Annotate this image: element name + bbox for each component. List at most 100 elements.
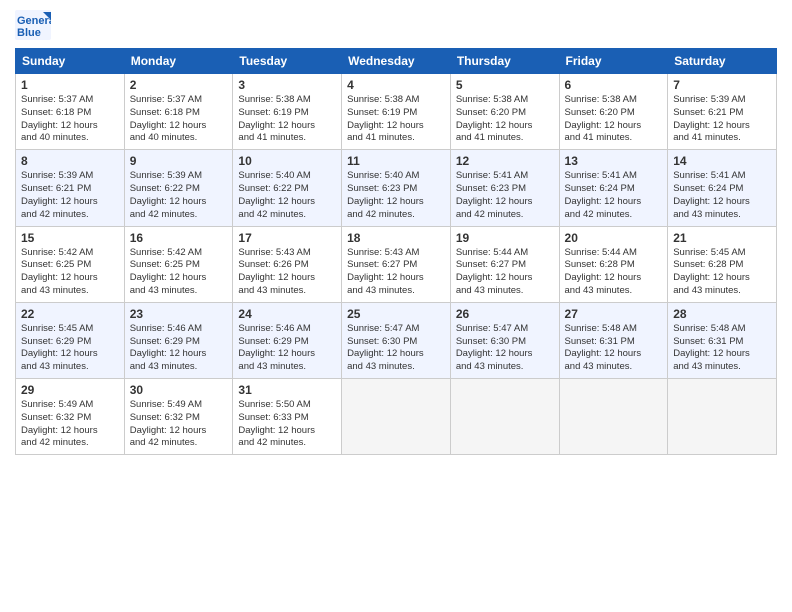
day-info: Sunrise: 5:42 AMSunset: 6:25 PMDaylight:…: [130, 247, 228, 298]
day-info: Sunrise: 5:39 AMSunset: 6:21 PMDaylight:…: [673, 94, 771, 145]
calendar-cell: 25 Sunrise: 5:47 AMSunset: 6:30 PMDayligh…: [342, 302, 451, 378]
calendar-cell: 3Sunrise: 5:38 AMSunset: 6:19 PMDaylight…: [233, 74, 342, 150]
calendar-week-2: 8 Sunrise: 5:39 AMSunset: 6:21 PMDaylight…: [16, 150, 777, 226]
weekday-header-saturday: Saturday: [668, 49, 777, 74]
calendar: SundayMondayTuesdayWednesdayThursdayFrid…: [15, 48, 777, 455]
weekday-header-sunday: Sunday: [16, 49, 125, 74]
day-number: 16: [130, 231, 228, 245]
day-info: Sunrise: 5:46 AMSunset: 6:29 PMDaylight:…: [238, 323, 336, 374]
day-info: Sunrise: 5:37 AMSunset: 6:18 PMDaylight:…: [130, 94, 228, 145]
weekday-header-row: SundayMondayTuesdayWednesdayThursdayFrid…: [16, 49, 777, 74]
calendar-body: 1 Sunrise: 5:37 AMSunset: 6:18 PMDaylight…: [16, 74, 777, 455]
calendar-cell: 22 Sunrise: 5:45 AMSunset: 6:29 PMDayligh…: [16, 302, 125, 378]
day-info: Sunrise: 5:44 AMSunset: 6:27 PMDaylight:…: [456, 247, 554, 298]
day-info: Sunrise: 5:42 AMSunset: 6:25 PMDaylight:…: [21, 247, 119, 298]
calendar-cell: 30 Sunrise: 5:49 AMSunset: 6:32 PMDayligh…: [124, 379, 233, 455]
day-info: Sunrise: 5:49 AMSunset: 6:32 PMDaylight:…: [21, 399, 119, 450]
calendar-cell: 26Sunrise: 5:47 AMSunset: 6:30 PMDayligh…: [450, 302, 559, 378]
day-info: Sunrise: 5:46 AMSunset: 6:29 PMDaylight:…: [130, 323, 228, 374]
calendar-cell: 14Sunrise: 5:41 AMSunset: 6:24 PMDayligh…: [668, 150, 777, 226]
calendar-cell: 7 Sunrise: 5:39 AMSunset: 6:21 PMDaylight…: [668, 74, 777, 150]
calendar-cell: 19 Sunrise: 5:44 AMSunset: 6:27 PMDayligh…: [450, 226, 559, 302]
day-info: Sunrise: 5:48 AMSunset: 6:31 PMDaylight:…: [673, 323, 771, 374]
day-number: 21: [673, 231, 771, 245]
day-number: 25: [347, 307, 445, 321]
day-number: 20: [565, 231, 663, 245]
calendar-cell: 5Sunrise: 5:38 AMSunset: 6:20 PMDaylight…: [450, 74, 559, 150]
day-number: 13: [565, 154, 663, 168]
weekday-header-friday: Friday: [559, 49, 668, 74]
day-info: Sunrise: 5:38 AMSunset: 6:20 PMDaylight:…: [456, 94, 554, 145]
calendar-cell: 9 Sunrise: 5:39 AMSunset: 6:22 PMDaylight…: [124, 150, 233, 226]
day-info: Sunrise: 5:37 AMSunset: 6:18 PMDaylight:…: [21, 94, 119, 145]
day-number: 28: [673, 307, 771, 321]
day-number: 15: [21, 231, 119, 245]
day-info: Sunrise: 5:38 AMSunset: 6:19 PMDaylight:…: [238, 94, 336, 145]
day-info: Sunrise: 5:40 AMSunset: 6:22 PMDaylight:…: [238, 170, 336, 221]
day-number: 17: [238, 231, 336, 245]
day-info: Sunrise: 5:45 AMSunset: 6:28 PMDaylight:…: [673, 247, 771, 298]
day-info: Sunrise: 5:48 AMSunset: 6:31 PMDaylight:…: [565, 323, 663, 374]
calendar-cell: 6Sunrise: 5:38 AMSunset: 6:20 PMDaylight…: [559, 74, 668, 150]
svg-text:Blue: Blue: [17, 27, 41, 39]
day-number: 30: [130, 383, 228, 397]
calendar-cell: 28 Sunrise: 5:48 AMSunset: 6:31 PMDayligh…: [668, 302, 777, 378]
calendar-cell: 16 Sunrise: 5:42 AMSunset: 6:25 PMDayligh…: [124, 226, 233, 302]
calendar-cell: 4Sunrise: 5:38 AMSunset: 6:19 PMDaylight…: [342, 74, 451, 150]
day-info: Sunrise: 5:41 AMSunset: 6:24 PMDaylight:…: [673, 170, 771, 221]
day-number: 7: [673, 78, 771, 92]
calendar-cell: 15 Sunrise: 5:42 AMSunset: 6:25 PMDayligh…: [16, 226, 125, 302]
day-info: Sunrise: 5:39 AMSunset: 6:22 PMDaylight:…: [130, 170, 228, 221]
calendar-cell: 29Sunrise: 5:49 AMSunset: 6:32 PMDayligh…: [16, 379, 125, 455]
svg-text:General: General: [17, 15, 51, 27]
day-info: Sunrise: 5:50 AMSunset: 6:33 PMDaylight:…: [238, 399, 336, 450]
calendar-cell: 21 Sunrise: 5:45 AMSunset: 6:28 PMDayligh…: [668, 226, 777, 302]
day-number: 2: [130, 78, 228, 92]
calendar-cell: 12 Sunrise: 5:41 AMSunset: 6:23 PMDayligh…: [450, 150, 559, 226]
calendar-week-4: 22 Sunrise: 5:45 AMSunset: 6:29 PMDayligh…: [16, 302, 777, 378]
calendar-cell: 13Sunrise: 5:41 AMSunset: 6:24 PMDayligh…: [559, 150, 668, 226]
day-number: 23: [130, 307, 228, 321]
day-number: 6: [565, 78, 663, 92]
day-number: 8: [21, 154, 119, 168]
calendar-week-3: 15 Sunrise: 5:42 AMSunset: 6:25 PMDayligh…: [16, 226, 777, 302]
calendar-week-5: 29Sunrise: 5:49 AMSunset: 6:32 PMDayligh…: [16, 379, 777, 455]
day-info: Sunrise: 5:40 AMSunset: 6:23 PMDaylight:…: [347, 170, 445, 221]
day-number: 10: [238, 154, 336, 168]
day-info: Sunrise: 5:44 AMSunset: 6:28 PMDaylight:…: [565, 247, 663, 298]
day-number: 12: [456, 154, 554, 168]
page: General Blue SundayMondayTuesdayWednesda…: [0, 0, 792, 612]
day-info: Sunrise: 5:43 AMSunset: 6:27 PMDaylight:…: [347, 247, 445, 298]
calendar-cell: 24Sunrise: 5:46 AMSunset: 6:29 PMDayligh…: [233, 302, 342, 378]
day-number: 27: [565, 307, 663, 321]
calendar-cell: 18 Sunrise: 5:43 AMSunset: 6:27 PMDayligh…: [342, 226, 451, 302]
calendar-cell: [342, 379, 451, 455]
day-number: 18: [347, 231, 445, 245]
day-number: 31: [238, 383, 336, 397]
calendar-cell: 31 Sunrise: 5:50 AMSunset: 6:33 PMDayligh…: [233, 379, 342, 455]
day-info: Sunrise: 5:39 AMSunset: 6:21 PMDaylight:…: [21, 170, 119, 221]
day-number: 22: [21, 307, 119, 321]
day-info: Sunrise: 5:45 AMSunset: 6:29 PMDaylight:…: [21, 323, 119, 374]
calendar-cell: 2 Sunrise: 5:37 AMSunset: 6:18 PMDaylight…: [124, 74, 233, 150]
calendar-cell: 1 Sunrise: 5:37 AMSunset: 6:18 PMDaylight…: [16, 74, 125, 150]
day-number: 9: [130, 154, 228, 168]
calendar-cell: 8 Sunrise: 5:39 AMSunset: 6:21 PMDaylight…: [16, 150, 125, 226]
weekday-header-tuesday: Tuesday: [233, 49, 342, 74]
day-info: Sunrise: 5:47 AMSunset: 6:30 PMDaylight:…: [456, 323, 554, 374]
day-number: 1: [21, 78, 119, 92]
logo: General Blue: [15, 10, 51, 40]
day-number: 4: [347, 78, 445, 92]
day-number: 19: [456, 231, 554, 245]
day-info: Sunrise: 5:49 AMSunset: 6:32 PMDaylight:…: [130, 399, 228, 450]
calendar-cell: [450, 379, 559, 455]
day-number: 11: [347, 154, 445, 168]
day-info: Sunrise: 5:41 AMSunset: 6:23 PMDaylight:…: [456, 170, 554, 221]
weekday-header-thursday: Thursday: [450, 49, 559, 74]
calendar-cell: 20 Sunrise: 5:44 AMSunset: 6:28 PMDayligh…: [559, 226, 668, 302]
day-info: Sunrise: 5:47 AMSunset: 6:30 PMDaylight:…: [347, 323, 445, 374]
calendar-cell: [668, 379, 777, 455]
day-info: Sunrise: 5:43 AMSunset: 6:26 PMDaylight:…: [238, 247, 336, 298]
calendar-cell: [559, 379, 668, 455]
calendar-cell: 11 Sunrise: 5:40 AMSunset: 6:23 PMDayligh…: [342, 150, 451, 226]
